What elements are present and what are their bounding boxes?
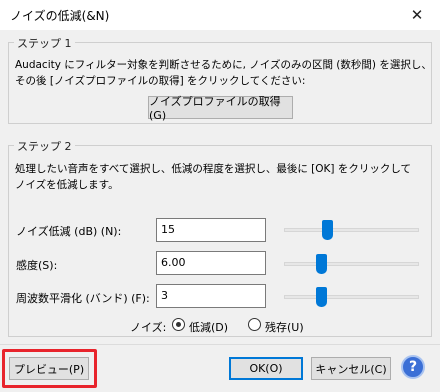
- frequency-smoothing-input[interactable]: 3: [156, 284, 266, 308]
- noise-reduce-radio[interactable]: [172, 318, 185, 331]
- frequency-smoothing-slider-thumb[interactable]: [316, 287, 327, 307]
- sensitivity-slider-track[interactable]: [284, 262, 419, 266]
- noise-mode-label: ノイズ:: [130, 321, 167, 334]
- sensitivity-slider-thumb[interactable]: [316, 254, 327, 274]
- step2-legend: ステップ 2: [14, 138, 75, 154]
- step2-description-line2: ノイズを低減します。: [15, 179, 119, 191]
- noise-reduction-slider-track[interactable]: [284, 228, 419, 232]
- noise-reduce-radio-label[interactable]: 低減(D): [189, 319, 228, 335]
- title-bar: ノイズの低減(&N) ✕: [0, 0, 440, 30]
- noise-residue-radio-label[interactable]: 残存(U): [265, 319, 304, 335]
- step1-description-line1: Audacity にフィルター対象を判断させるために, ノイズのみの区間 (数秒…: [15, 59, 432, 71]
- noise-reduction-label: ノイズ低減 (dB) (N):: [16, 225, 122, 238]
- preview-button[interactable]: プレビュー(P): [9, 357, 89, 380]
- footer-divider: [0, 344, 440, 345]
- step1-description-line2: その後 [ノイズプロファイルの取得] をクリックしてください:: [15, 75, 306, 87]
- step1-legend: ステップ 1: [14, 35, 75, 51]
- frequency-smoothing-label: 周波数平滑化 (バンド) (F):: [16, 292, 150, 305]
- help-icon[interactable]: ?: [401, 355, 425, 379]
- step2-description-line1: 処理したい音声をすべて選択し、低減の程度を選択し、最後に [OK] をクリックし…: [15, 163, 412, 175]
- sensitivity-label: 感度(S):: [16, 259, 58, 272]
- noise-residue-radio[interactable]: [248, 318, 261, 331]
- sensitivity-input[interactable]: 6.00: [156, 251, 266, 275]
- noise-reduction-slider-thumb[interactable]: [322, 220, 333, 240]
- noise-reduction-input[interactable]: 15: [156, 218, 266, 242]
- get-noise-profile-button[interactable]: ノイズプロファイルの取得(G): [148, 95, 293, 122]
- window-title: ノイズの低減(&N): [10, 9, 110, 23]
- ok-button[interactable]: OK(O): [229, 357, 303, 380]
- close-icon[interactable]: ✕: [394, 0, 440, 30]
- frequency-smoothing-slider-track[interactable]: [284, 295, 419, 299]
- cancel-button[interactable]: キャンセル(C): [311, 357, 391, 380]
